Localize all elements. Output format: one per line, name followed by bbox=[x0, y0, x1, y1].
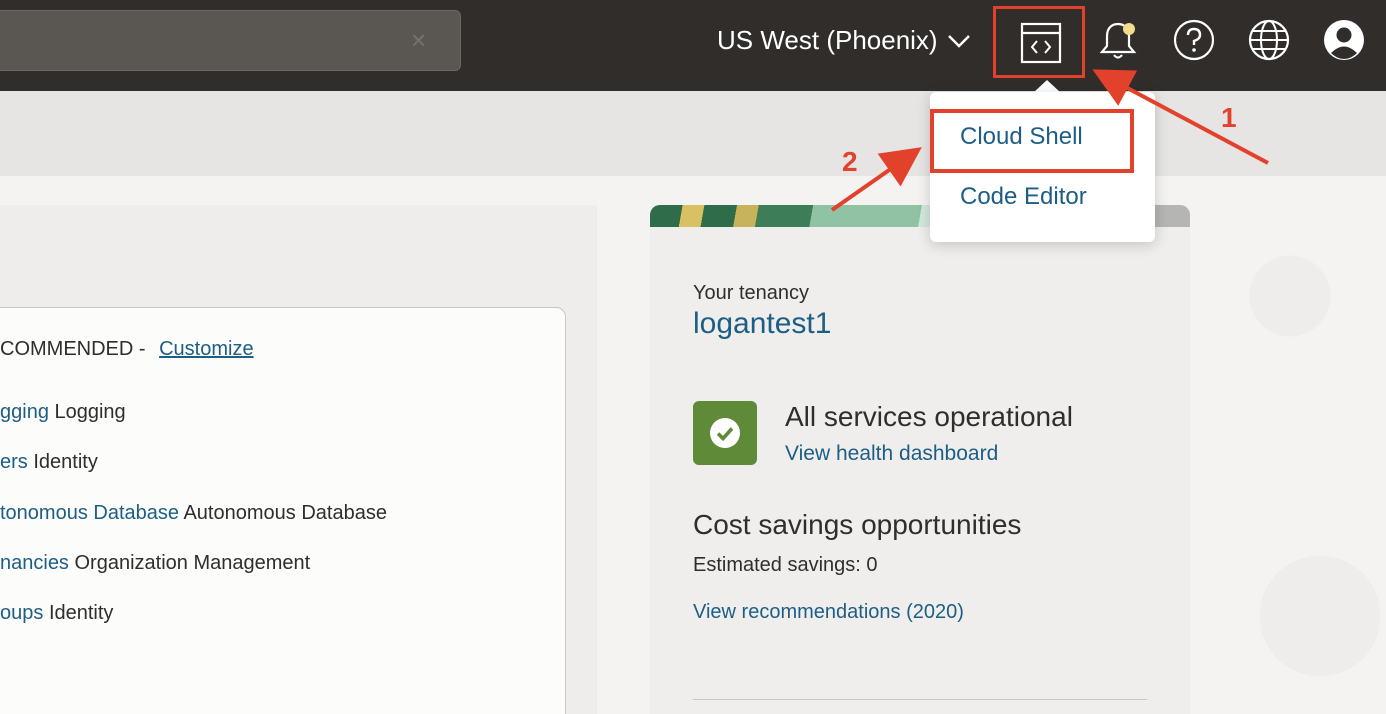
region-selector[interactable]: US West (Phoenix) bbox=[717, 22, 972, 58]
view-recommendations-link[interactable]: View recommendations (2020) bbox=[693, 601, 964, 624]
customize-link[interactable]: Customize bbox=[159, 338, 253, 360]
card-banner-edge bbox=[1150, 205, 1190, 227]
developer-tools-icon bbox=[1020, 22, 1062, 64]
check-circle-icon bbox=[710, 418, 740, 448]
tenancy-name-link[interactable]: logantest1 bbox=[693, 307, 831, 341]
clear-search-icon[interactable]: × bbox=[411, 27, 426, 53]
list-item: nancies Organization Management bbox=[0, 552, 310, 575]
service-category: Organization Management bbox=[74, 552, 311, 574]
recommended-header: COMMENDED - Customize bbox=[0, 338, 254, 361]
language-button[interactable] bbox=[1247, 18, 1291, 62]
tenancy-label: Your tenancy bbox=[693, 282, 810, 304]
list-item: oups Identity bbox=[0, 602, 113, 625]
step-number-1: 1 bbox=[1221, 102, 1237, 133]
divider bbox=[693, 699, 1147, 700]
service-category: Autonomous Database bbox=[183, 502, 387, 524]
globe-icon bbox=[1248, 19, 1290, 61]
service-link[interactable]: nancies bbox=[0, 552, 69, 574]
estimated-savings-text: Estimated savings: 0 bbox=[693, 554, 878, 576]
subheader-band bbox=[0, 91, 1386, 176]
search-input[interactable]: × bbox=[0, 10, 461, 71]
developer-tools-button[interactable] bbox=[993, 6, 1085, 78]
menu-item-code-editor[interactable]: Code Editor bbox=[960, 183, 1087, 211]
tenancy-overview-card: Your tenancy logantest1 All services ope… bbox=[650, 205, 1190, 714]
service-category: Identity bbox=[48, 602, 114, 624]
profile-button[interactable] bbox=[1322, 18, 1366, 62]
help-icon bbox=[1173, 19, 1215, 61]
cost-savings-title: Cost savings opportunities bbox=[693, 509, 1022, 540]
step-number-2: 2 bbox=[842, 146, 858, 177]
help-button[interactable] bbox=[1172, 18, 1216, 62]
bell-icon bbox=[1099, 22, 1137, 59]
service-link[interactable]: ers bbox=[0, 451, 28, 473]
health-status-badge bbox=[693, 401, 757, 465]
service-link[interactable]: oups bbox=[0, 602, 43, 624]
service-category: Identity bbox=[33, 451, 98, 473]
top-navigation-bar: × US West (Phoenix) bbox=[0, 0, 1386, 91]
region-label: US West (Phoenix) bbox=[717, 24, 938, 55]
user-icon bbox=[1324, 20, 1364, 60]
health-status-title: All services operational bbox=[785, 401, 1073, 432]
list-item: gging Logging bbox=[0, 401, 126, 424]
cloud-shell-highlight bbox=[930, 109, 1134, 173]
recommended-header-label: COMMENDED - bbox=[0, 338, 146, 360]
service-category: Logging bbox=[54, 401, 126, 423]
list-item: ers Identity bbox=[0, 451, 98, 474]
service-link[interactable]: gging bbox=[0, 401, 49, 423]
list-item: tonomous Database Autonomous Database bbox=[0, 502, 387, 525]
chevron-down-icon bbox=[947, 35, 970, 48]
health-dashboard-link[interactable]: View health dashboard bbox=[785, 442, 998, 466]
service-link[interactable]: tonomous Database bbox=[0, 502, 179, 524]
notifications-button[interactable] bbox=[1096, 18, 1140, 62]
